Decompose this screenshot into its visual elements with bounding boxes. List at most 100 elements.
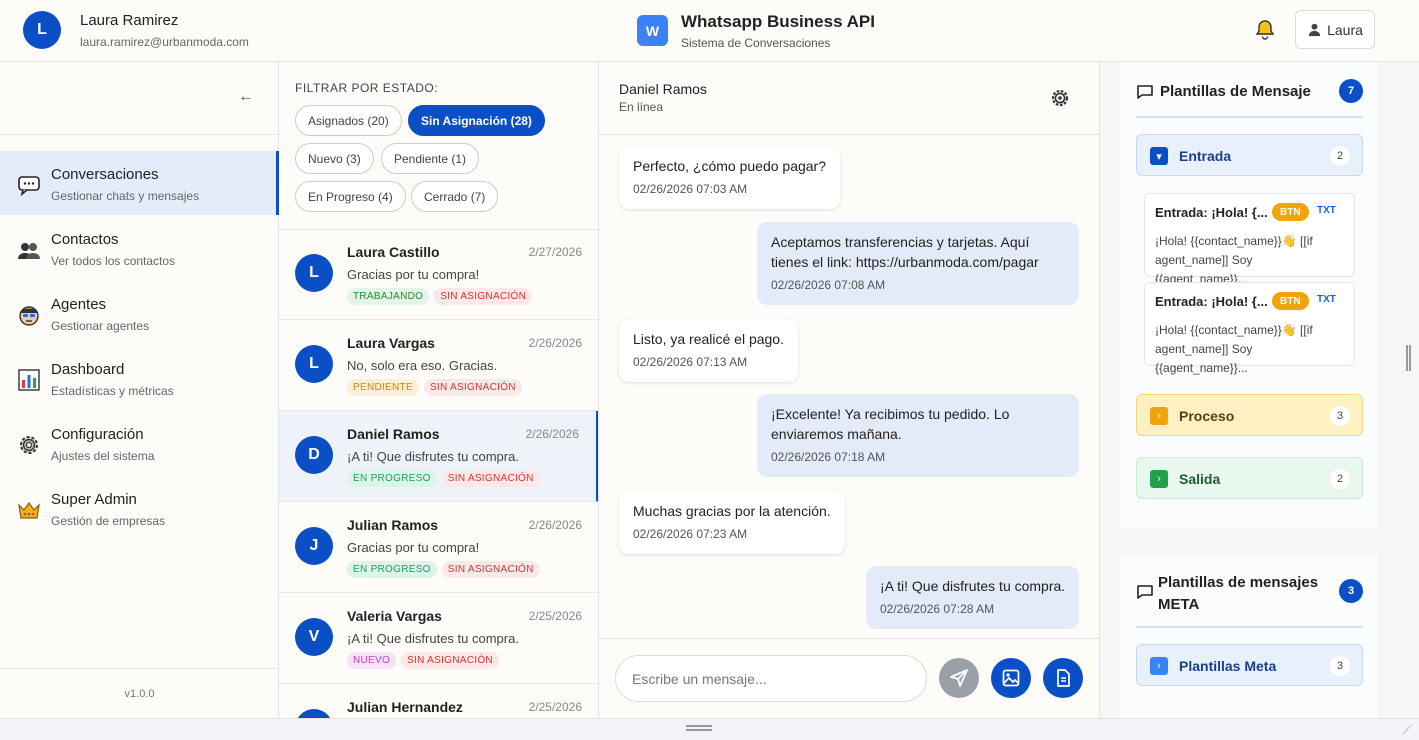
brand-subtitle: Sistema de Conversaciones bbox=[681, 36, 831, 50]
assignment-badge: SIN ASIGNACIÓN bbox=[441, 470, 540, 487]
message-outgoing: Aceptamos transferencias y tarjetas. Aqu… bbox=[757, 222, 1079, 305]
chat-settings-gear-icon[interactable] bbox=[1050, 88, 1070, 108]
conversation-item-selected[interactable]: D Daniel Ramos 2/26/2026 ¡A ti! Que disf… bbox=[279, 411, 598, 502]
message-incoming: Listo, ya realicé el pago. 02/26/2026 07… bbox=[619, 319, 798, 382]
sidebar-item-title: Contactos bbox=[51, 231, 119, 248]
conversation-item[interactable]: L Laura Castillo 2/27/2026 Gracias por t… bbox=[279, 229, 598, 320]
status-badge: EN PROGRESO bbox=[347, 470, 437, 487]
brand-title: Whatsapp Business API bbox=[681, 12, 875, 31]
category-count: 2 bbox=[1330, 146, 1350, 166]
template-category-entrada[interactable]: ▾ Entrada 2 bbox=[1136, 134, 1363, 176]
conversation-list-panel: FILTRAR POR ESTADO: Asignados (20) Sin A… bbox=[279, 62, 599, 718]
template-category-proceso[interactable]: › Proceso 3 bbox=[1136, 394, 1363, 436]
sidebar-nav: ← Conversaciones Gestionar chats y mensa… bbox=[0, 62, 279, 718]
crown-icon bbox=[18, 501, 40, 519]
panel-resize-handle[interactable] bbox=[1406, 345, 1411, 371]
chevron-right-icon: › bbox=[1150, 657, 1168, 675]
chat-contact-status: En línea bbox=[619, 100, 664, 114]
chevron-right-icon: › bbox=[1150, 470, 1168, 488]
message-time: 02/26/2026 07:03 AM bbox=[633, 182, 748, 196]
template-item[interactable]: Entrada: ¡Hola! {... BTN TXT ¡Hola! {{co… bbox=[1144, 193, 1355, 286]
sidebar-item-title: Dashboard bbox=[51, 361, 125, 378]
sidebar-item-subtitle: Ajustes del sistema bbox=[51, 449, 155, 463]
sidebar-item-subtitle: Gestionar chats y mensajes bbox=[51, 189, 200, 203]
sidebar-item-dashboard[interactable]: Dashboard Estadísticas y métricas bbox=[0, 346, 279, 410]
sidebar-item-agentes[interactable]: Agentes Gestionar agentes bbox=[0, 281, 279, 345]
resize-handle[interactable] bbox=[686, 725, 712, 731]
conversation-item[interactable]: J Julian Hernandez 2/25/2026 bbox=[279, 684, 598, 718]
template-category-meta[interactable]: › Plantillas Meta 3 bbox=[1136, 644, 1363, 686]
btn-badge: BTN bbox=[1272, 292, 1309, 310]
message-square-icon bbox=[1137, 85, 1153, 99]
sidebar-item-subtitle: Estadísticas y métricas bbox=[51, 384, 174, 398]
status-badge: TRABAJANDO bbox=[347, 288, 430, 305]
message-input[interactable] bbox=[615, 655, 927, 702]
filter-chip-asignados[interactable]: Asignados (20) bbox=[295, 105, 402, 136]
sidebar-item-contactos[interactable]: Contactos Ver todos los contactos bbox=[0, 216, 279, 280]
user-menu-button[interactable]: Laura bbox=[1295, 10, 1375, 49]
category-count: 3 bbox=[1330, 406, 1350, 426]
user-button-label: Laura bbox=[1327, 21, 1363, 38]
message-outgoing: ¡A ti! Que disfrutes tu compra. 02/26/20… bbox=[866, 566, 1080, 629]
sidebar-item-subtitle: Gestión de empresas bbox=[51, 514, 166, 528]
meta-templates-card: Plantillas de mensajes META 3 › Plantill… bbox=[1120, 554, 1378, 718]
filter-chip-cerrado[interactable]: Cerrado (7) bbox=[411, 181, 499, 212]
filter-chip-pendiente[interactable]: Pendiente (1) bbox=[381, 143, 480, 174]
sidebar-item-super-admin[interactable]: Super Admin Gestión de empresas bbox=[0, 476, 279, 540]
attach-document-button[interactable] bbox=[1043, 658, 1083, 698]
templates-count-badge: 7 bbox=[1339, 79, 1363, 103]
contact-name: Julian Hernandez bbox=[347, 699, 463, 715]
collapse-sidebar-button[interactable]: ← bbox=[238, 88, 254, 106]
template-title: Entrada: ¡Hola! {... bbox=[1155, 294, 1268, 309]
user-email: laura.ramirez@urbanmoda.com bbox=[80, 35, 249, 49]
sidebar-item-title: Conversaciones bbox=[51, 166, 159, 183]
conversation-item[interactable]: J Julian Ramos 2/26/2026 Gracias por tu … bbox=[279, 502, 598, 593]
message-time: 02/26/2026 07:13 AM bbox=[633, 355, 748, 369]
conversation-date: 2/25/2026 bbox=[528, 700, 582, 714]
filter-label: FILTRAR POR ESTADO: bbox=[295, 81, 439, 95]
gear-icon bbox=[20, 436, 38, 454]
contact-avatar: V bbox=[295, 618, 333, 656]
filter-chip-sin-asignacion[interactable]: Sin Asignación (28) bbox=[408, 105, 545, 136]
notification-bell-icon[interactable] bbox=[1253, 18, 1277, 42]
attach-image-button[interactable] bbox=[991, 658, 1031, 698]
conversation-item[interactable]: L Laura Vargas 2/26/2026 No, solo era es… bbox=[279, 320, 598, 411]
sidebar-item-configuracion[interactable]: Configuración Ajustes del sistema bbox=[0, 411, 279, 475]
template-category-salida[interactable]: › Salida 2 bbox=[1136, 457, 1363, 499]
divider bbox=[0, 668, 279, 669]
divider bbox=[1136, 626, 1363, 628]
contact-avatar: J bbox=[295, 527, 333, 565]
filter-chip-nuevo[interactable]: Nuevo (3) bbox=[295, 143, 374, 174]
app-header: L Laura Ramirez laura.ramirez@urbanmoda.… bbox=[0, 0, 1419, 62]
category-label: Salida bbox=[1179, 471, 1221, 487]
contact-name: Julian Ramos bbox=[347, 517, 439, 533]
agent-icon bbox=[19, 306, 39, 326]
template-item[interactable]: Entrada: ¡Hola! {... BTN TXT ¡Hola! {{co… bbox=[1144, 282, 1355, 375]
assignment-badge: SIN ASIGNACIÓN bbox=[401, 652, 499, 669]
conversation-item[interactable]: V Valeria Vargas 2/25/2026 ¡A ti! Que di… bbox=[279, 593, 598, 684]
message-templates-card: Plantillas de Mensaje 7 ▾ Entrada 2 Entr… bbox=[1120, 62, 1378, 528]
message-text: Muchas gracias por la atención. bbox=[633, 503, 831, 519]
chat-contact-name: Daniel Ramos bbox=[619, 81, 707, 97]
corner-resize-icon[interactable]: ⟋ bbox=[1403, 723, 1411, 738]
template-title: Entrada: ¡Hola! {... bbox=[1155, 205, 1268, 220]
txt-badge: TXT bbox=[1317, 205, 1336, 216]
image-icon bbox=[1002, 669, 1020, 687]
sidebar-item-conversaciones[interactable]: Conversaciones Gestionar chats y mensaje… bbox=[0, 151, 279, 215]
conversation-date: 2/26/2026 bbox=[525, 427, 579, 441]
filter-chip-en-progreso[interactable]: En Progreso (4) bbox=[295, 181, 406, 212]
templates-panel: Plantillas de Mensaje 7 ▾ Entrada 2 Entr… bbox=[1100, 62, 1419, 718]
contact-avatar: J bbox=[295, 709, 333, 718]
send-button[interactable] bbox=[939, 658, 979, 698]
contacts-icon bbox=[18, 243, 40, 259]
templates-title: Plantillas de Mensaje bbox=[1160, 83, 1311, 100]
user-avatar[interactable]: L bbox=[23, 11, 61, 49]
category-count: 2 bbox=[1330, 469, 1350, 489]
contact-avatar: D bbox=[295, 436, 333, 474]
chevron-right-icon: › bbox=[1150, 407, 1168, 425]
send-icon bbox=[950, 669, 968, 687]
message-outgoing: ¡Excelente! Ya recibimos tu pedido. Lo e… bbox=[757, 394, 1079, 477]
status-badge: EN PROGRESO bbox=[347, 561, 437, 578]
chat-icon bbox=[18, 176, 40, 197]
category-count: 3 bbox=[1330, 656, 1350, 676]
